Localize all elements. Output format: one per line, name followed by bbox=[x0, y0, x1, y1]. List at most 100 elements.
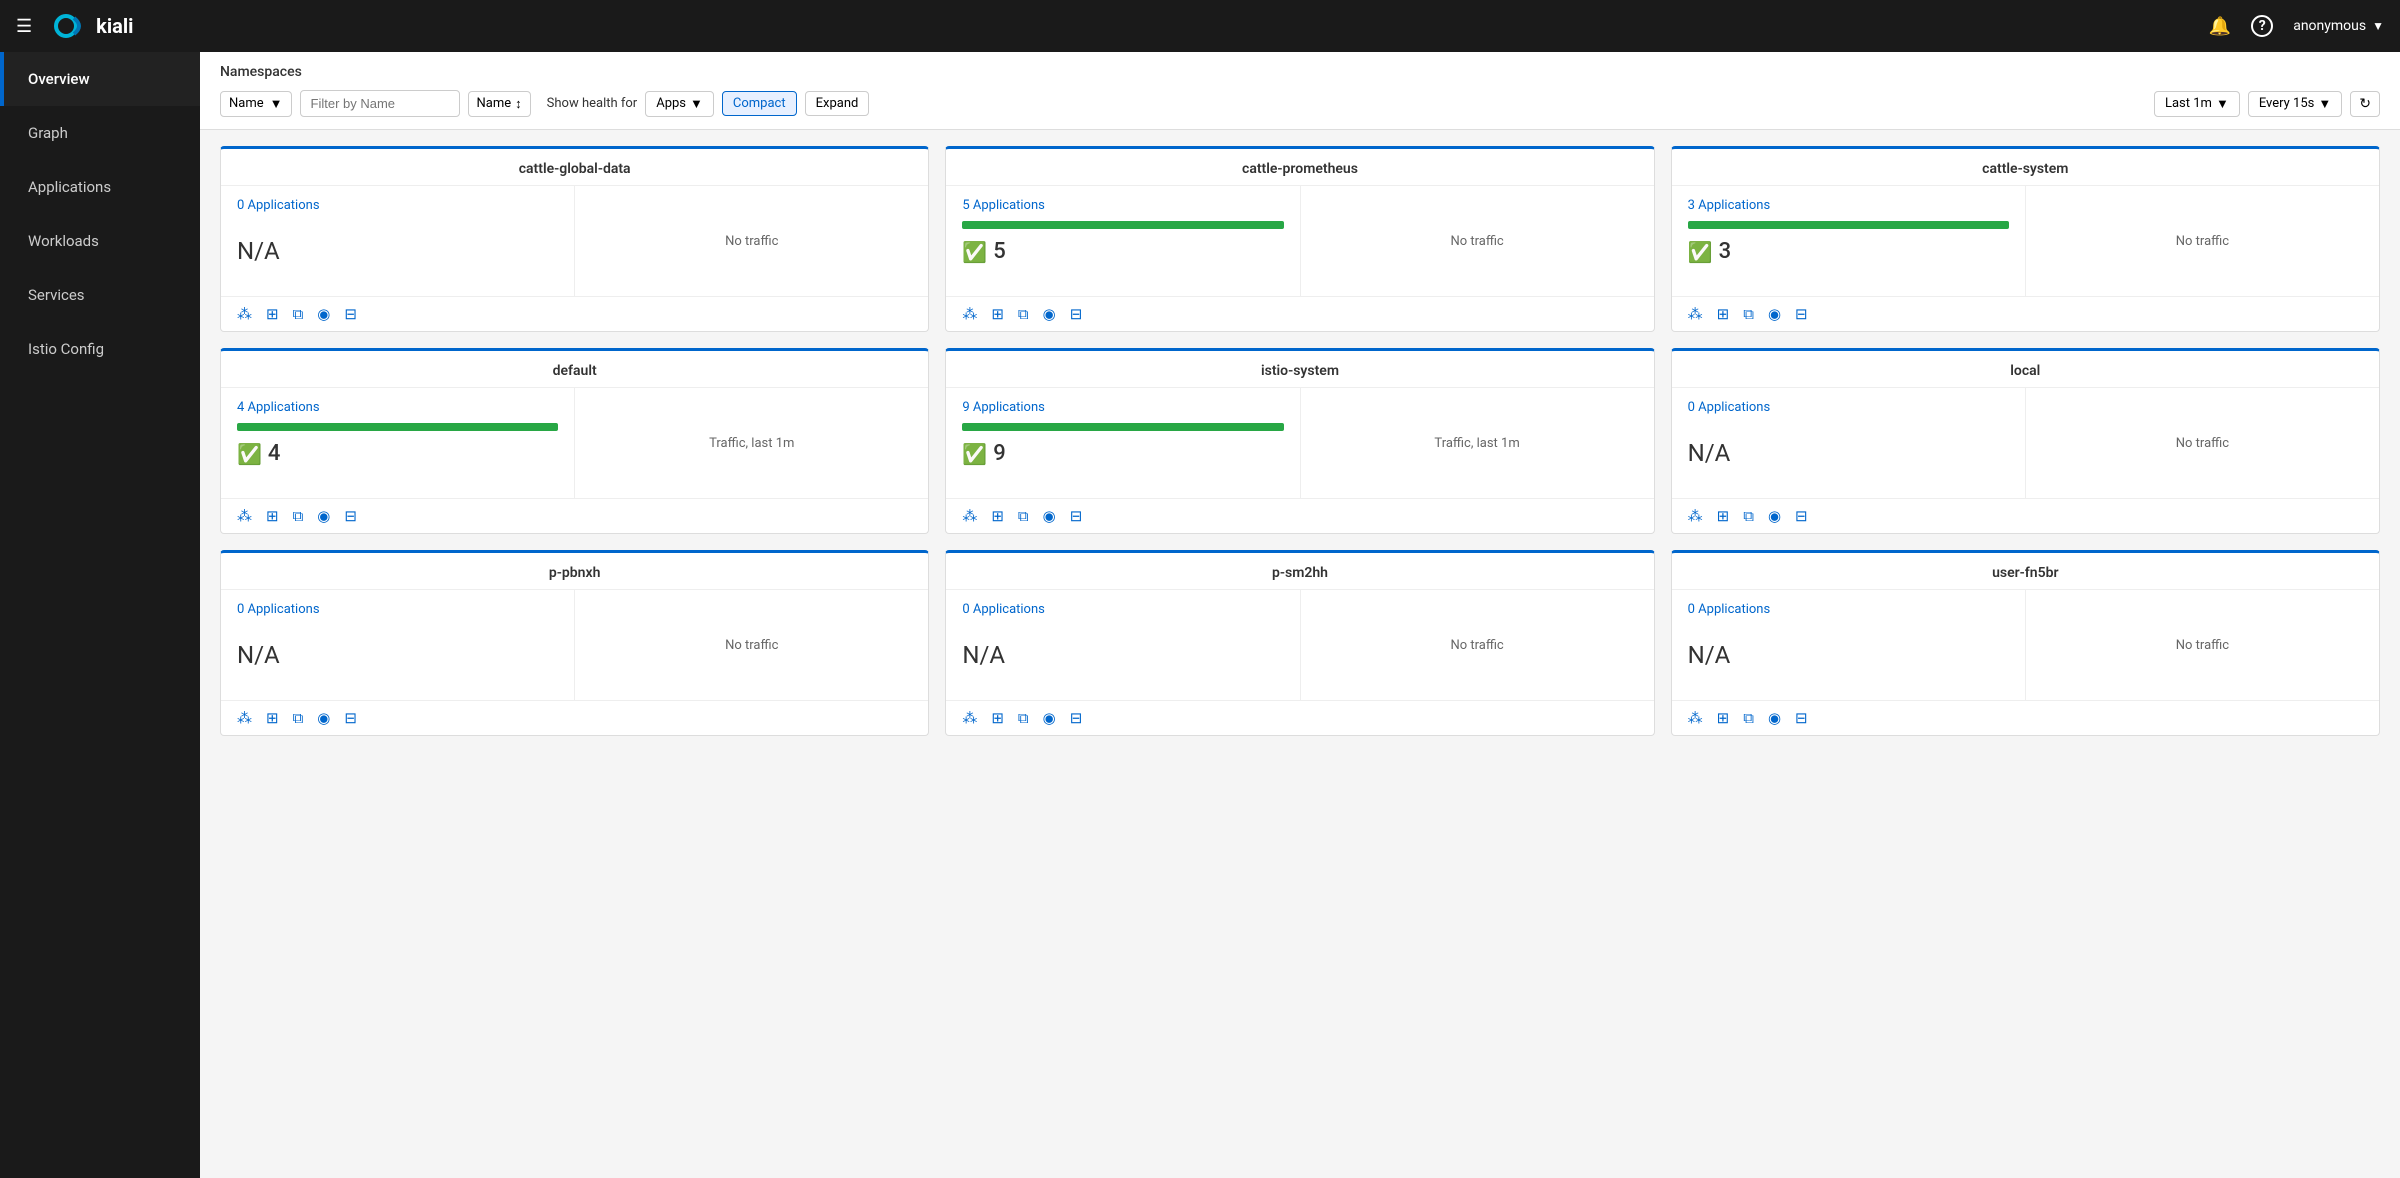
health-value: 9 bbox=[993, 441, 1006, 466]
graph-icon[interactable]: ⁂ bbox=[962, 305, 977, 323]
time-range-label: Last 1m bbox=[2165, 96, 2212, 111]
apps-icon[interactable]: ⧉ bbox=[293, 305, 304, 323]
filter-type-caret: ▼ bbox=[270, 96, 283, 112]
graph-icon[interactable]: ⁂ bbox=[237, 507, 252, 525]
services-icon[interactable]: ◉ bbox=[1768, 507, 1781, 525]
workloads-icon[interactable]: ⊞ bbox=[991, 305, 1004, 323]
bell-icon[interactable]: 🔔 bbox=[2209, 16, 2231, 37]
check-icon: ✅ bbox=[1688, 240, 1713, 264]
expand-view-button[interactable]: Expand bbox=[805, 91, 870, 116]
toolbar-right: Last 1m ▼ Every 15s ▼ ↻ bbox=[2154, 91, 2380, 117]
graph-icon[interactable]: ⁂ bbox=[1688, 305, 1703, 323]
services-icon[interactable]: ◉ bbox=[317, 709, 330, 727]
refresh-interval-caret: ▼ bbox=[2318, 96, 2331, 112]
config-icon[interactable]: ⊟ bbox=[1070, 709, 1083, 727]
card-header: p-sm2hh bbox=[946, 553, 1653, 590]
services-icon[interactable]: ◉ bbox=[317, 507, 330, 525]
sort-button[interactable]: Name ↕ bbox=[468, 91, 531, 117]
help-icon[interactable]: ? bbox=[2251, 15, 2273, 37]
na-text: N/A bbox=[1688, 439, 1731, 467]
filter-type-select[interactable]: Name ▼ bbox=[220, 91, 292, 117]
graph-icon[interactable]: ⁂ bbox=[962, 507, 977, 525]
apps-icon[interactable]: ⧉ bbox=[293, 709, 304, 727]
sidebar-item-istio-config[interactable]: Istio Config bbox=[0, 322, 200, 376]
graph-icon[interactable]: ⁂ bbox=[1688, 507, 1703, 525]
config-icon[interactable]: ⊟ bbox=[1070, 507, 1083, 525]
apps-icon[interactable]: ⧉ bbox=[1743, 507, 1754, 525]
sidebar-item-applications[interactable]: Applications bbox=[0, 160, 200, 214]
config-icon[interactable]: ⊟ bbox=[344, 709, 357, 727]
graph-icon[interactable]: ⁂ bbox=[962, 709, 977, 727]
config-icon[interactable]: ⊟ bbox=[344, 507, 357, 525]
sidebar-item-graph[interactable]: Graph bbox=[0, 106, 200, 160]
config-icon[interactable]: ⊟ bbox=[1795, 507, 1808, 525]
hamburger-icon[interactable]: ☰ bbox=[16, 16, 32, 37]
config-icon[interactable]: ⊟ bbox=[1795, 709, 1808, 727]
card-right: No traffic bbox=[2026, 388, 2379, 498]
workloads-icon[interactable]: ⊞ bbox=[1717, 507, 1730, 525]
graph-icon[interactable]: ⁂ bbox=[237, 709, 252, 727]
app-count-link[interactable]: 0 Applications bbox=[1688, 602, 1771, 617]
refresh-button[interactable]: ↻ bbox=[2350, 91, 2380, 117]
card-left: 0 Applications N/A bbox=[1672, 388, 2026, 498]
services-icon[interactable]: ◉ bbox=[1043, 507, 1056, 525]
services-icon[interactable]: ◉ bbox=[1043, 305, 1056, 323]
app-count-link[interactable]: 0 Applications bbox=[237, 198, 320, 213]
card-header: local bbox=[1672, 351, 2379, 388]
sidebar-item-services[interactable]: Services bbox=[0, 268, 200, 322]
workloads-icon[interactable]: ⊞ bbox=[266, 305, 279, 323]
app-count-link[interactable]: 5 Applications bbox=[962, 198, 1045, 213]
refresh-interval-button[interactable]: Every 15s ▼ bbox=[2248, 91, 2342, 117]
card-body: 0 Applications N/A No traffic bbox=[221, 590, 928, 700]
workloads-icon[interactable]: ⊞ bbox=[266, 709, 279, 727]
workloads-icon[interactable]: ⊞ bbox=[1717, 305, 1730, 323]
services-icon[interactable]: ◉ bbox=[317, 305, 330, 323]
apps-icon[interactable]: ⧉ bbox=[1018, 709, 1029, 727]
card-header: cattle-prometheus bbox=[946, 149, 1653, 186]
time-range-button[interactable]: Last 1m ▼ bbox=[2154, 91, 2240, 117]
card-footer: ⁂ ⊞ ⧉ ◉ ⊟ bbox=[221, 498, 928, 533]
main-layout: Overview Graph Applications Workloads Se… bbox=[0, 52, 2400, 1178]
filter-name-input[interactable] bbox=[300, 90, 460, 117]
sidebar-item-overview[interactable]: Overview bbox=[0, 52, 200, 106]
check-icon: ✅ bbox=[962, 240, 987, 264]
graph-icon[interactable]: ⁂ bbox=[1688, 709, 1703, 727]
health-status: ✅ 3 bbox=[1688, 239, 1731, 264]
workloads-icon[interactable]: ⊞ bbox=[991, 709, 1004, 727]
app-count-link[interactable]: 9 Applications bbox=[962, 400, 1045, 415]
traffic-status: No traffic bbox=[2176, 234, 2229, 249]
sidebar-item-workloads[interactable]: Workloads bbox=[0, 214, 200, 268]
app-count-link[interactable]: 4 Applications bbox=[237, 400, 320, 415]
workloads-icon[interactable]: ⊞ bbox=[991, 507, 1004, 525]
compact-view-button[interactable]: Compact bbox=[722, 91, 797, 116]
content-area: Namespaces Name ▼ Name ↕ Show health for… bbox=[200, 52, 2400, 1178]
brand-name: kiali bbox=[96, 14, 133, 38]
health-for-dropdown[interactable]: Apps ▼ bbox=[645, 91, 714, 117]
services-icon[interactable]: ◉ bbox=[1043, 709, 1056, 727]
toolbar: Namespaces Name ▼ Name ↕ Show health for… bbox=[200, 52, 2400, 130]
app-count-link[interactable]: 0 Applications bbox=[962, 602, 1045, 617]
config-icon[interactable]: ⊟ bbox=[344, 305, 357, 323]
ns-card-cattle-system: cattle-system 3 Applications ✅ 3 No traf… bbox=[1671, 146, 2380, 332]
apps-icon[interactable]: ⧉ bbox=[1018, 305, 1029, 323]
namespaces-label: Namespaces bbox=[220, 64, 2380, 80]
config-icon[interactable]: ⊟ bbox=[1070, 305, 1083, 323]
card-left: 0 Applications N/A bbox=[221, 590, 575, 700]
apps-icon[interactable]: ⧉ bbox=[293, 507, 304, 525]
apps-icon[interactable]: ⧉ bbox=[1018, 507, 1029, 525]
services-icon[interactable]: ◉ bbox=[1768, 709, 1781, 727]
card-body: 5 Applications ✅ 5 No traffic bbox=[946, 186, 1653, 296]
apps-icon[interactable]: ⧉ bbox=[1743, 709, 1754, 727]
user-menu[interactable]: anonymous ▼ bbox=[2293, 18, 2384, 34]
services-icon[interactable]: ◉ bbox=[1768, 305, 1781, 323]
workloads-icon[interactable]: ⊞ bbox=[266, 507, 279, 525]
app-count-link[interactable]: 0 Applications bbox=[237, 602, 320, 617]
apps-icon[interactable]: ⧉ bbox=[1743, 305, 1754, 323]
app-count-link[interactable]: 0 Applications bbox=[1688, 400, 1771, 415]
card-header: user-fn5br bbox=[1672, 553, 2379, 590]
workloads-icon[interactable]: ⊞ bbox=[1717, 709, 1730, 727]
card-footer: ⁂ ⊞ ⧉ ◉ ⊟ bbox=[946, 700, 1653, 735]
graph-icon[interactable]: ⁂ bbox=[237, 305, 252, 323]
app-count-link[interactable]: 3 Applications bbox=[1688, 198, 1771, 213]
config-icon[interactable]: ⊟ bbox=[1795, 305, 1808, 323]
